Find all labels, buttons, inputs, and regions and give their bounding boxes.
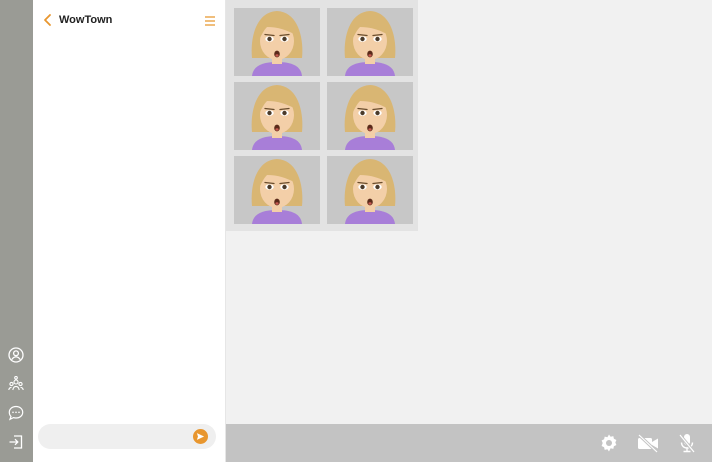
video-tile[interactable] [234,156,320,224]
video-tile[interactable] [234,8,320,76]
chat-message-input[interactable] [48,428,188,445]
profile-button[interactable] [7,346,25,364]
camera-toggle-button[interactable] [636,432,660,454]
page-title: WowTown [59,14,113,26]
camera-off-icon [637,433,659,454]
people-button[interactable] [7,375,25,393]
participant-avatar [251,85,303,150]
video-tile[interactable] [327,82,413,150]
video-tile[interactable] [327,156,413,224]
mic-toggle-button[interactable] [676,432,698,454]
send-button[interactable] [193,429,208,444]
chat-button[interactable] [7,404,25,422]
profile-icon [8,347,24,363]
participant-avatar [344,85,396,150]
participant-avatar [344,159,396,224]
send-icon [196,433,205,440]
participant-avatar [344,11,396,76]
video-stage [226,0,712,424]
chat-input-container [38,424,216,449]
menu-button[interactable] [204,14,216,26]
chevron-left-icon [44,14,51,26]
participant-avatar [251,159,303,224]
video-grid [226,0,418,231]
bottom-toolbar [226,424,712,462]
app-window: WowTown [0,0,712,462]
settings-icon [601,434,617,452]
back-button[interactable] [41,13,55,27]
chat-icon [8,405,24,421]
video-tile[interactable] [234,82,320,150]
people-icon [8,376,24,391]
panel-header: WowTown [33,0,226,40]
mic-off-icon [678,434,696,453]
exit-icon [9,435,23,449]
settings-button[interactable] [598,432,620,454]
participant-avatar [251,11,303,76]
exit-button[interactable] [7,433,25,451]
video-tile[interactable] [327,8,413,76]
left-rail [0,0,33,462]
chat-panel: WowTown [33,0,226,462]
hamburger-menu-icon [205,16,215,26]
